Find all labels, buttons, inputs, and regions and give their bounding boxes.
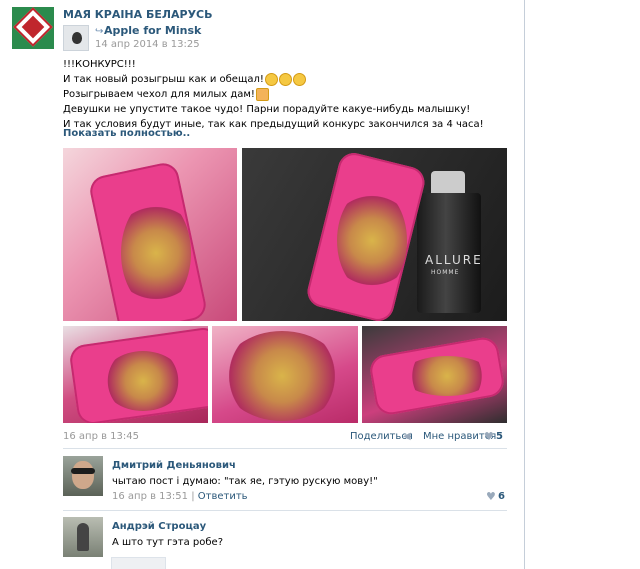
comment-divider: [63, 510, 507, 511]
post-photo-3[interactable]: [63, 326, 208, 423]
perfume-bottle-image: ALLURE HOMME: [417, 171, 483, 313]
heart-icon[interactable]: ♥: [486, 490, 496, 503]
comment-avatar[interactable]: [63, 517, 103, 557]
post-photo-2[interactable]: ALLURE HOMME: [242, 148, 507, 321]
comment-like-count[interactable]: 6: [498, 491, 505, 502]
comment-date-link[interactable]: 16 апр в 13:51: [112, 491, 188, 502]
peacock-decoration-image: [121, 198, 191, 308]
comments-divider: [63, 448, 507, 449]
smile-emoji-icon: [278, 72, 292, 86]
repost-date[interactable]: 14 апр 2014 в 13:25: [95, 39, 200, 50]
person-figure-image: [77, 523, 89, 551]
comment-avatar[interactable]: [63, 456, 103, 496]
post-line: И так новый розыгрыш как и обещал!: [63, 72, 513, 87]
heart-icon[interactable]: ♥: [484, 430, 494, 443]
comment-text: А што тут гэта робе?: [112, 537, 224, 548]
peacock-decoration-image: [337, 188, 407, 293]
gift-emoji-icon: [255, 87, 269, 101]
right-blank-area: [525, 0, 640, 569]
peacock-decoration-image: [222, 331, 342, 421]
post-line: Розыгрываем чехол для милых дам!: [63, 87, 513, 102]
peacock-decoration-image: [402, 356, 492, 396]
apple-logo-icon: [72, 32, 82, 44]
smile-emoji-icon: [292, 72, 306, 86]
post-photo-5[interactable]: [362, 326, 507, 423]
reply-button[interactable]: Ответить: [198, 491, 248, 502]
smile-emoji-icon: [264, 72, 278, 86]
like-count[interactable]: 5: [496, 431, 503, 442]
comment-meta: 16 апр в 13:51 | Ответить: [112, 491, 248, 502]
post-text: !!!КОНКУРС!!! И так новый розыгрыш как и…: [63, 57, 513, 132]
comment-text: чытаю пост і думаю: "так яе, гэтую руску…: [112, 476, 378, 487]
peacock-decoration-image: [103, 351, 183, 411]
sunglasses-image: [71, 468, 95, 474]
repost-arrow-icon: ↪: [95, 26, 104, 37]
perfume-brand-label: ALLURE: [425, 253, 483, 267]
post-photo-1[interactable]: [63, 148, 237, 321]
comment-input-stub[interactable]: [111, 557, 166, 569]
comment-author-link[interactable]: Дмитрий Деньянович: [112, 460, 236, 471]
post-photo-4[interactable]: [212, 326, 358, 423]
post-date-link[interactable]: 16 апр в 13:45: [63, 431, 139, 442]
group-avatar[interactable]: [12, 7, 54, 49]
group-name-link[interactable]: МАЯ КРАІНА БЕЛАРУСЬ: [63, 8, 213, 21]
show-more-link[interactable]: Показать полностью..: [63, 128, 190, 139]
perfume-cap-image: [431, 171, 465, 193]
person-face-image: [72, 461, 94, 489]
repost-source-avatar[interactable]: [63, 25, 89, 51]
perfume-brand-sub-label: HOMME: [431, 269, 460, 276]
comment-meta-separator: |: [191, 491, 195, 502]
post-line: Девушки не упустите такое чудо! Парни по…: [63, 104, 471, 115]
post-line: !!!КОНКУРС!!!: [63, 59, 136, 70]
repost-source-link[interactable]: Apple for Minsk: [104, 24, 201, 37]
comment-author-link[interactable]: Андрэй Строцау: [112, 521, 206, 532]
share-megaphone-icon[interactable]: ◀: [403, 431, 411, 442]
